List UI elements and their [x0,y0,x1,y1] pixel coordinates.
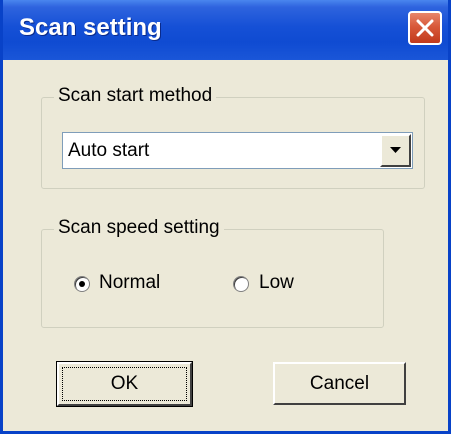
cancel-button-label: Cancel [309,372,370,394]
radio-normal[interactable] [74,276,90,292]
focus-rectangle [62,367,187,401]
cancel-button[interactable]: Cancel [273,362,406,405]
close-x-icon [416,19,434,37]
radio-low-label[interactable]: Low [259,272,294,294]
chevron-down-icon [390,147,401,153]
scan-speed-setting-label: Scan speed setting [54,217,224,239]
close-button[interactable] [408,11,442,45]
ok-button[interactable]: OK [56,361,193,407]
scan-start-method-value: Auto start [68,140,150,161]
title-bar[interactable]: Scan setting [3,0,448,60]
scan-start-method-dropdown[interactable]: Auto start [62,132,413,169]
dialog-title: Scan setting [19,14,162,41]
scan-start-method-label: Scan start method [54,85,217,107]
radio-low[interactable] [233,276,249,292]
scan-setting-dialog: Scan setting Scan start method Auto star… [0,0,451,434]
dropdown-button[interactable] [380,134,411,167]
radio-selected-dot [79,281,85,287]
radio-normal-label[interactable]: Normal [99,272,160,294]
scan-speed-setting-group: Scan speed setting [41,217,384,328]
